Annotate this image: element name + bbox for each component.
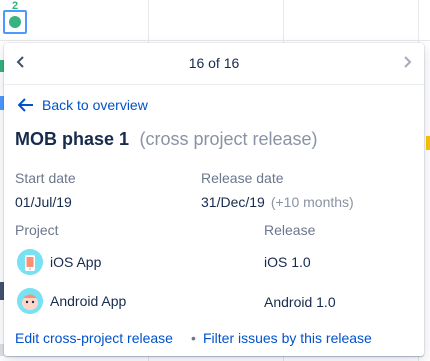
pager-label: 16 of 16 — [188, 55, 240, 71]
project-name: iOS App — [50, 254, 102, 270]
project-name: Android App — [50, 293, 127, 309]
timeline-canvas: 2 16 of 16 Back to overview MOB phase 1 … — [0, 0, 430, 361]
release-name-cell: Android 1.0 — [264, 294, 336, 310]
release-date-delta: (+10 months) — [270, 194, 354, 210]
release-title: MOB phase 1 (cross project release) — [15, 129, 318, 150]
next-release-button[interactable] — [398, 54, 416, 74]
android-app-avatar-icon — [17, 288, 43, 314]
release-marker[interactable] — [3, 10, 27, 34]
release-status-dot-icon — [9, 16, 21, 28]
release-type: (cross project release) — [139, 129, 318, 149]
chevron-right-icon — [404, 56, 412, 68]
back-to-overview-label: Back to overview — [42, 97, 148, 113]
release-name: MOB phase 1 — [15, 129, 130, 149]
release-date: 31/Dec/19 — [201, 194, 265, 210]
edit-cross-project-release-link[interactable]: Edit cross-project release — [15, 330, 173, 346]
release-column-header: Release — [264, 222, 316, 238]
filter-issues-link[interactable]: Filter issues by this release — [203, 330, 372, 346]
start-date-label: Start date — [15, 170, 76, 186]
back-to-overview-link[interactable]: Back to overview — [18, 95, 148, 115]
arrow-left-icon — [18, 98, 33, 112]
footer-separator: • — [191, 330, 196, 346]
release-details-popup: 16 of 16 Back to overview MOB phase 1 (c… — [4, 43, 424, 356]
release-pager: 16 of 16 — [4, 43, 424, 85]
timeline-bar-edge — [426, 136, 430, 150]
timeline-grid-hline — [0, 40, 430, 41]
release-date-label: Release date — [201, 170, 284, 186]
release-date-value: 31/Dec/19 (+10 months) — [201, 194, 354, 210]
ios-app-avatar-icon — [17, 249, 43, 275]
release-name-cell: iOS 1.0 — [264, 254, 311, 270]
start-date-value: 01/Jul/19 — [15, 194, 72, 210]
project-column-header: Project — [15, 222, 59, 238]
